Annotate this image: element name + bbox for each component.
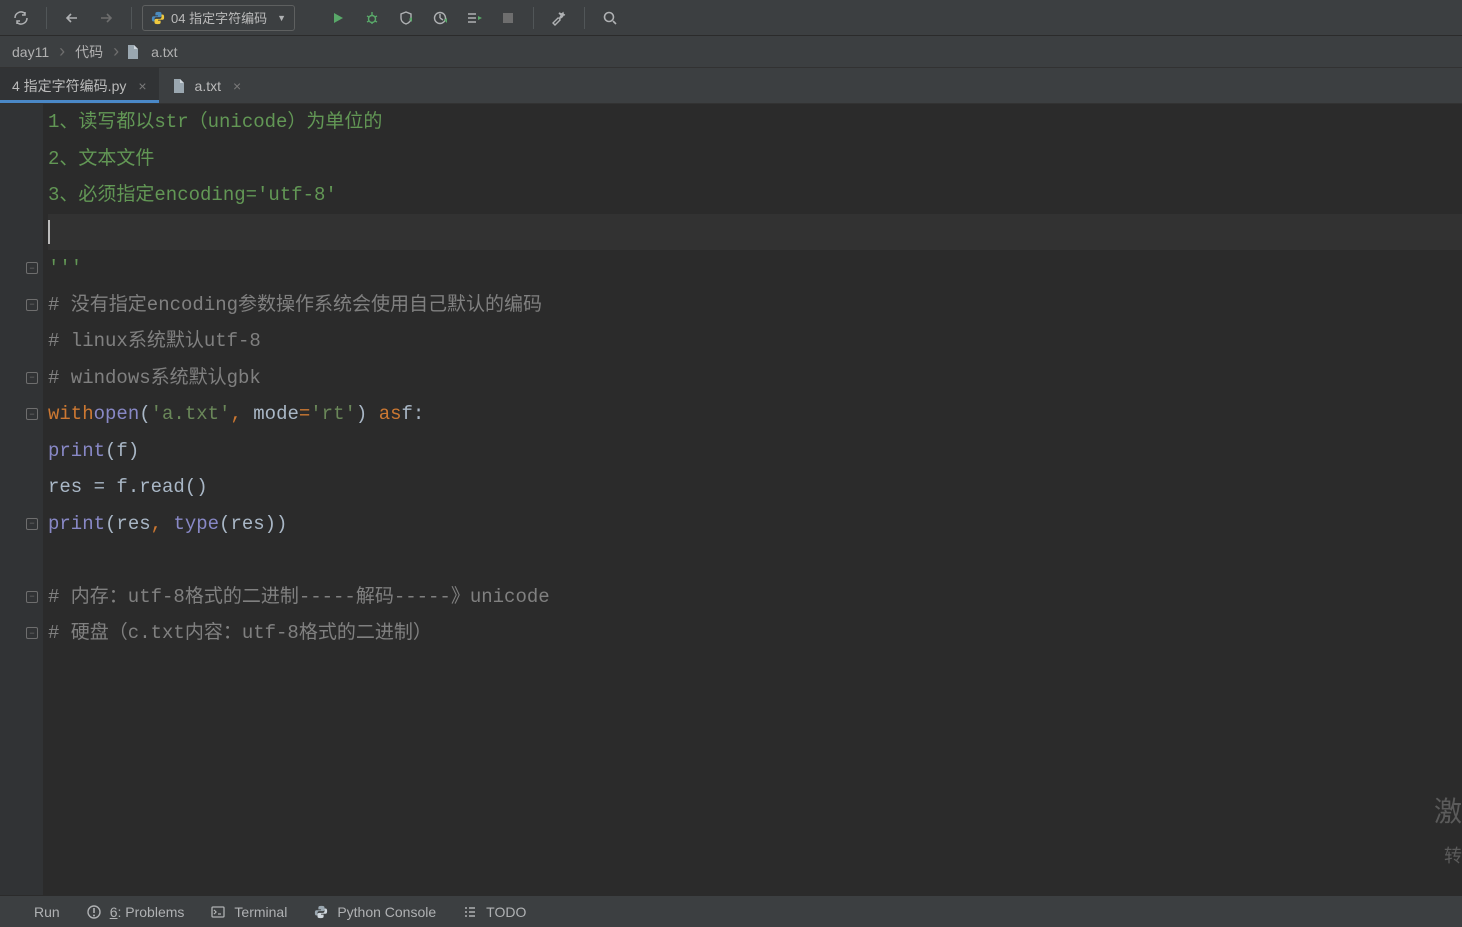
close-icon[interactable]: × [138,78,146,94]
separator [46,7,47,29]
fold-open-icon[interactable]: − [26,408,38,420]
todo-tool-window[interactable]: TODO [462,904,526,920]
code-line[interactable] [48,542,1462,579]
code-line[interactable]: res = f.read() [48,469,1462,506]
terminal-icon [210,904,226,920]
forward-icon[interactable] [91,4,121,32]
file-icon [125,44,141,60]
back-icon[interactable] [57,4,87,32]
code-line[interactable]: # 没有指定encoding参数操作系统会使用自己默认的编码 [48,287,1462,324]
tab-label: a.txt [195,78,221,94]
tab-label: 4 指定字符编码.py [12,76,126,96]
chevron-right-icon: › [59,41,65,62]
gutter [0,104,44,895]
label: Terminal [234,904,287,920]
breadcrumb: day11 › 代码 › a.txt [0,36,1462,68]
breadcrumb-item[interactable]: 代码 [71,40,107,64]
code-line[interactable]: # windows系统默认gbk [48,360,1462,397]
editor-tabs: 4 指定字符编码.py × a.txt × [0,68,1462,104]
separator [533,7,534,29]
code-line[interactable]: 1、读写都以str（unicode）为单位的 [48,104,1462,141]
run-tool-window[interactable]: Run [10,904,60,920]
watermark-text: 激 [1434,790,1462,830]
sync-icon[interactable] [6,4,36,32]
code-line[interactable]: # 硬盘（c.txt内容：utf-8格式的二进制） [48,615,1462,652]
close-icon[interactable]: × [233,78,241,94]
todo-icon [462,904,478,920]
code-line[interactable]: ''' [48,250,1462,287]
fold-close-icon[interactable]: − [26,518,38,530]
chevron-down-icon: ▼ [277,13,286,23]
python-icon [313,904,329,920]
fold-close-icon[interactable]: − [26,262,38,274]
code-line[interactable]: 3、必须指定encoding='utf-8' [48,177,1462,214]
breadcrumb-item[interactable]: day11 [8,42,53,62]
breadcrumb-item[interactable]: a.txt [147,42,181,62]
tab-file-py[interactable]: 4 指定字符编码.py × [0,68,159,103]
code-line[interactable] [48,214,1462,251]
label: Run [34,904,60,920]
code-line[interactable]: with open('a.txt', mode='rt') as f: [48,396,1462,433]
search-icon[interactable] [595,4,625,32]
code-line[interactable]: 2、文本文件 [48,141,1462,178]
label: 6: Problems [110,904,185,920]
warning-icon [86,904,102,920]
coverage-icon[interactable] [391,4,421,32]
file-icon [171,78,187,94]
bottom-toolbar: Run 6: Problems Terminal Python Console … [0,895,1462,927]
label: Python Console [337,904,436,920]
chevron-right-icon: › [113,41,119,62]
run-icon[interactable] [323,4,353,32]
code-line[interactable]: # 内存：utf-8格式的二进制-----解码-----》unicode [48,579,1462,616]
fold-open-icon[interactable]: − [26,591,38,603]
code-area[interactable]: 1、读写都以str（unicode）为单位的2、文本文件3、必须指定encodi… [44,104,1462,895]
profile-icon[interactable] [425,4,455,32]
watermark-text: 转 [1444,842,1462,868]
code-line[interactable]: print(res, type(res)) [48,506,1462,543]
code-editor[interactable]: 1、读写都以str（unicode）为单位的2、文本文件3、必须指定encodi… [0,104,1462,895]
python-console-tool-window[interactable]: Python Console [313,904,436,920]
stop-icon[interactable] [493,4,523,32]
fold-close-icon[interactable]: − [26,627,38,639]
run-config-label: 04 指定字符编码 [171,8,267,27]
run-configuration-selector[interactable]: 04 指定字符编码 ▼ [142,5,295,31]
run-anything-icon[interactable] [459,4,489,32]
fold-close-icon[interactable]: − [26,372,38,384]
tab-file-txt[interactable]: a.txt × [159,68,254,103]
settings-icon[interactable] [544,4,574,32]
separator [584,7,585,29]
terminal-tool-window[interactable]: Terminal [210,904,287,920]
problems-tool-window[interactable]: 6: Problems [86,904,185,920]
fold-open-icon[interactable]: − [26,299,38,311]
debug-icon[interactable] [357,4,387,32]
toolbar: 04 指定字符编码 ▼ [0,0,1462,36]
label: TODO [486,904,526,920]
python-icon [151,11,165,25]
separator [131,7,132,29]
code-line[interactable]: print(f) [48,433,1462,470]
run-icon [10,904,26,920]
code-line[interactable]: # linux系统默认utf-8 [48,323,1462,360]
